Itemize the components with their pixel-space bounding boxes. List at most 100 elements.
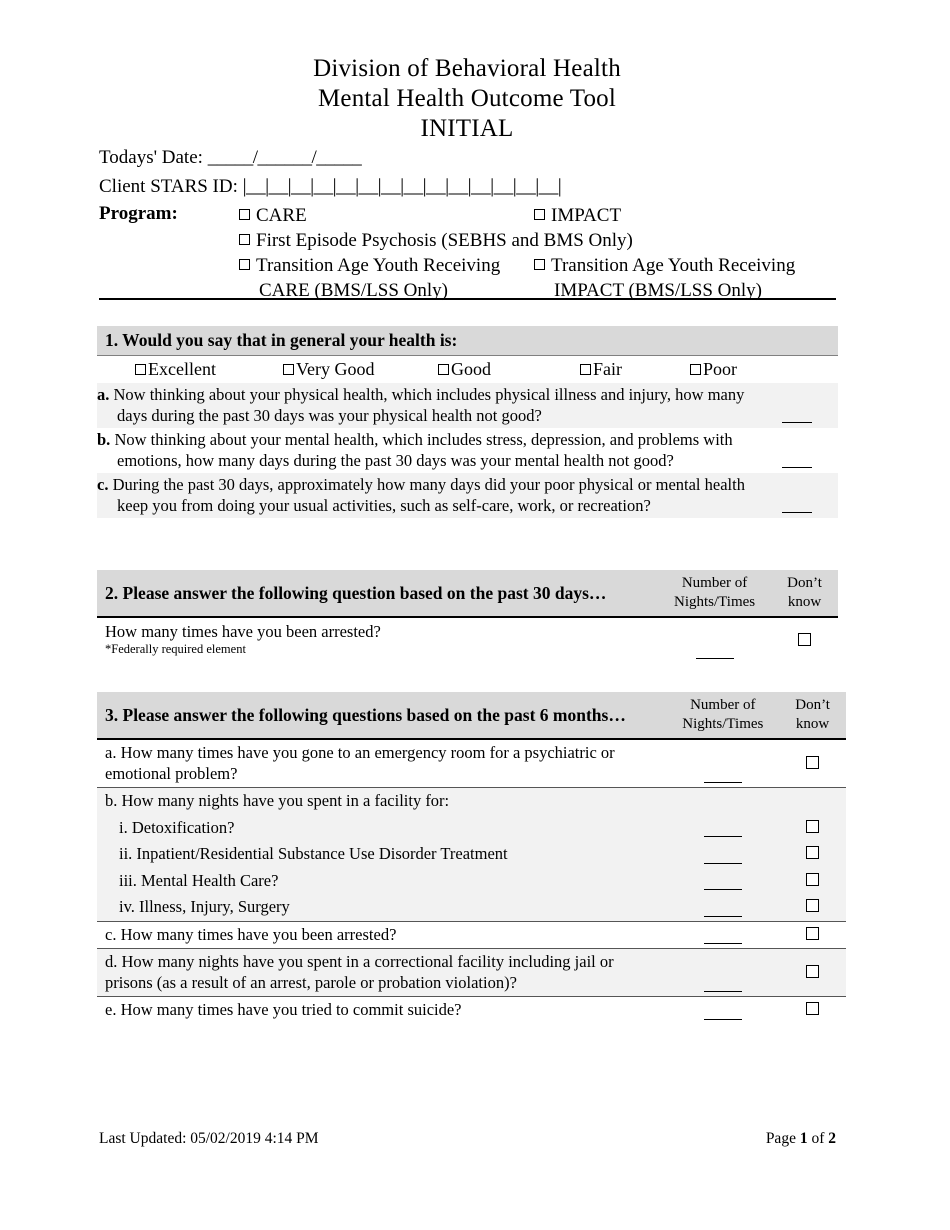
question-3-number-answer[interactable] <box>666 738 780 788</box>
checkbox-icon[interactable] <box>806 899 820 913</box>
program-option-tay-impact[interactable]: Transition Age Youth Receiving <box>534 253 834 278</box>
client-stars-id-input[interactable]: |__|__|__|__|__|__|__|__|__|__|__|__|__|… <box>243 175 562 197</box>
q1-option-very-good[interactable]: Very Good <box>283 359 438 380</box>
question-3-text: iv. Illness, Injury, Surgery <box>119 897 290 916</box>
program-option-tay-care[interactable]: Transition Age Youth Receiving <box>239 253 534 278</box>
answer-blank-line[interactable] <box>782 466 812 468</box>
q1-item-a-answer[interactable] <box>756 383 838 428</box>
page-number: Page 1 of 2 <box>765 1130 836 1147</box>
q1-option-excellent[interactable]: Excellent <box>135 359 283 380</box>
q1-option-fair[interactable]: Fair <box>580 359 690 380</box>
question-3-text: b. How many nights have you spent in a f… <box>97 787 667 815</box>
question-2-text: How many times have you been arrested? <box>105 622 381 641</box>
checkbox-icon[interactable] <box>283 364 294 375</box>
program-option-impact[interactable]: IMPACT <box>534 203 834 228</box>
checkbox-icon[interactable] <box>580 364 591 375</box>
answer-blank-line[interactable] <box>703 1018 742 1020</box>
question-3-number-answer[interactable] <box>666 894 779 921</box>
question-3-row-b-i: i. Detoxification? <box>97 814 846 842</box>
checkbox-icon[interactable] <box>806 1002 820 1016</box>
answer-blank-line[interactable] <box>703 835 742 837</box>
answer-blank-line[interactable] <box>782 421 812 423</box>
q1-item-label: b. <box>97 430 111 449</box>
question-3-dontknow-checkbox[interactable] <box>779 948 846 997</box>
answer-blank-line[interactable] <box>703 888 742 890</box>
q1-option-label: Excellent <box>148 359 216 379</box>
question-3-dontknow-checkbox[interactable] <box>779 996 846 1024</box>
page-footer: Last Updated: 05/02/2019 4:14 PM Page 1 … <box>99 1130 836 1148</box>
question-3-number-answer[interactable] <box>666 948 780 997</box>
question-3-text: i. Detoxification? <box>119 817 235 837</box>
answer-blank-line[interactable] <box>782 511 812 513</box>
question-3-dontknow-checkbox[interactable] <box>779 738 846 788</box>
checkbox-icon[interactable] <box>806 846 820 860</box>
q1-item-label: c. <box>97 475 109 494</box>
program-row-1: CARE IMPACT <box>239 203 844 228</box>
q1-option-poor[interactable]: Poor <box>690 359 790 380</box>
q1-item-c-answer[interactable] <box>756 473 838 518</box>
header-divider <box>99 298 836 300</box>
q1-option-good[interactable]: Good <box>438 359 580 380</box>
checkbox-icon[interactable] <box>239 234 250 245</box>
checkbox-icon[interactable] <box>135 364 146 375</box>
checkbox-icon[interactable] <box>690 364 701 375</box>
checkbox-icon[interactable] <box>806 926 820 940</box>
answer-blank-line[interactable] <box>703 942 742 944</box>
document-title: Division of Behavioral Health Mental Hea… <box>97 54 837 144</box>
checkbox-icon[interactable] <box>806 964 820 978</box>
question-3-row-b-ii: ii. Inpatient/Residential Substance Use … <box>97 841 846 868</box>
question-3-row-e: e. How many times have you tried to comm… <box>97 996 846 1024</box>
question-3-col-dontknow-header: Don’t know <box>779 692 846 740</box>
question-1-table: 1. Would you say that in general your he… <box>97 326 838 518</box>
question-3-text: ii. Inpatient/Residential Substance Use … <box>119 844 508 863</box>
question-3-text: c. How many times have you been arrested… <box>97 920 667 949</box>
question-1-item-b: b. Now thinking about your mental health… <box>97 428 838 473</box>
checkbox-icon[interactable] <box>438 364 449 375</box>
question-3-dontknow-checkbox[interactable] <box>779 868 846 895</box>
checkbox-icon[interactable] <box>534 259 545 270</box>
question-3-dontknow-checkbox[interactable] <box>779 815 846 842</box>
q1-option-label: Fair <box>593 359 622 379</box>
answer-blank-line[interactable] <box>703 862 742 864</box>
question-3-dontknow-checkbox[interactable] <box>779 841 846 868</box>
checkbox-icon[interactable] <box>239 259 250 270</box>
title-line-3: INITIAL <box>420 115 514 142</box>
answer-blank-line[interactable] <box>703 915 742 917</box>
question-3-row-c: c. How many times have you been arrested… <box>97 920 846 949</box>
question-3-number-answer[interactable] <box>666 920 780 949</box>
question-3-number-answer[interactable] <box>666 815 779 842</box>
program-section: Program: CARE IMPACT First Episode Psych… <box>99 203 844 303</box>
question-3-number-answer[interactable] <box>666 868 779 895</box>
question-1-heading: 1. Would you say that in general your he… <box>105 330 458 350</box>
program-option-care[interactable]: CARE <box>239 203 534 228</box>
question-3-row-a: a. How many times have you gone to an em… <box>97 738 846 788</box>
question-3-dontknow-checkbox[interactable] <box>779 920 846 949</box>
question-3-heading-row: 3. Please answer the following questions… <box>97 692 846 740</box>
question-3-number-answer[interactable] <box>666 841 779 868</box>
answer-blank-line[interactable] <box>703 781 742 783</box>
checkbox-icon[interactable] <box>534 209 545 220</box>
question-3-row-b: b. How many nights have you spent in a f… <box>97 787 846 815</box>
question-2-col-dontknow-header: Don’t know <box>771 570 838 617</box>
checkbox-icon[interactable] <box>806 819 820 833</box>
question-2-dontknow-checkbox[interactable] <box>771 617 838 663</box>
q1-item-b-answer[interactable] <box>756 428 838 473</box>
answer-blank-line[interactable] <box>695 657 734 659</box>
question-2-heading: 2. Please answer the following question … <box>97 570 659 617</box>
question-2-number-answer[interactable] <box>658 617 771 663</box>
question-3-number-answer[interactable] <box>666 996 780 1024</box>
program-option-label: Transition Age Youth Receiving <box>551 255 796 276</box>
checkbox-icon[interactable] <box>806 755 820 769</box>
header-fields: Todays' Date: _____/______/_____ Client … <box>99 143 844 201</box>
todays-date-input[interactable]: _____/______/_____ <box>208 147 362 168</box>
checkbox-icon[interactable] <box>806 872 820 886</box>
question-3-table: 3. Please answer the following questions… <box>97 692 846 1024</box>
checkbox-icon[interactable] <box>798 632 812 646</box>
checkbox-icon[interactable] <box>239 209 250 220</box>
client-stars-id-label: Client STARS ID: <box>99 176 238 197</box>
answer-blank-line[interactable] <box>703 990 742 992</box>
question-3-dontknow-checkbox[interactable] <box>779 894 846 921</box>
program-option-first-episode-psychosis[interactable]: First Episode Psychosis (SEBHS and BMS O… <box>239 228 834 253</box>
q1-item-text: Now thinking about your mental health, w… <box>114 430 733 470</box>
title-line-2: Mental Health Outcome Tool <box>317 85 617 112</box>
